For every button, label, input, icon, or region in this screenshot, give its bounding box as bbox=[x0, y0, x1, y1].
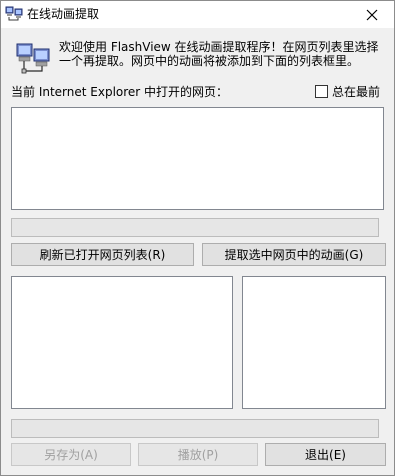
title-bar: 在线动画提取 bbox=[1, 1, 394, 28]
checkbox-box[interactable] bbox=[315, 85, 328, 98]
save-as-button[interactable]: 另存为(A) bbox=[11, 443, 131, 466]
animation-preview bbox=[242, 276, 386, 409]
close-icon bbox=[366, 9, 378, 20]
always-on-top-label: 总在最前 bbox=[332, 85, 381, 99]
exit-button[interactable]: 退出(E) bbox=[265, 443, 386, 466]
extract-animations-button[interactable]: 提取选中网页中的动画(G) bbox=[202, 243, 386, 266]
open-pages-label: 当前 Internet Explorer 中打开的网页： bbox=[11, 85, 229, 99]
extract-progress-bar bbox=[11, 218, 379, 237]
web-pages-list[interactable] bbox=[11, 107, 384, 210]
play-button[interactable]: 播放(P) bbox=[138, 443, 258, 466]
window-title: 在线动画提取 bbox=[27, 7, 100, 21]
always-on-top-checkbox[interactable]: 总在最前 bbox=[315, 83, 380, 100]
download-progress-bar bbox=[11, 419, 379, 438]
intro-message: 欢迎使用 FlashView 在线动画提取程序！在网页列表里选择一个再提取。网页… bbox=[59, 40, 379, 68]
app-window: 在线动画提取 欢迎使用 FlashView 在线动画提取程序！在网页列表里选择一… bbox=[0, 0, 395, 476]
close-button[interactable] bbox=[350, 1, 394, 28]
network-computers-icon bbox=[5, 6, 23, 21]
network-computers-icon bbox=[16, 43, 50, 74]
refresh-pages-button[interactable]: 刷新已打开网页列表(R) bbox=[11, 243, 194, 266]
animations-list[interactable] bbox=[11, 276, 233, 409]
